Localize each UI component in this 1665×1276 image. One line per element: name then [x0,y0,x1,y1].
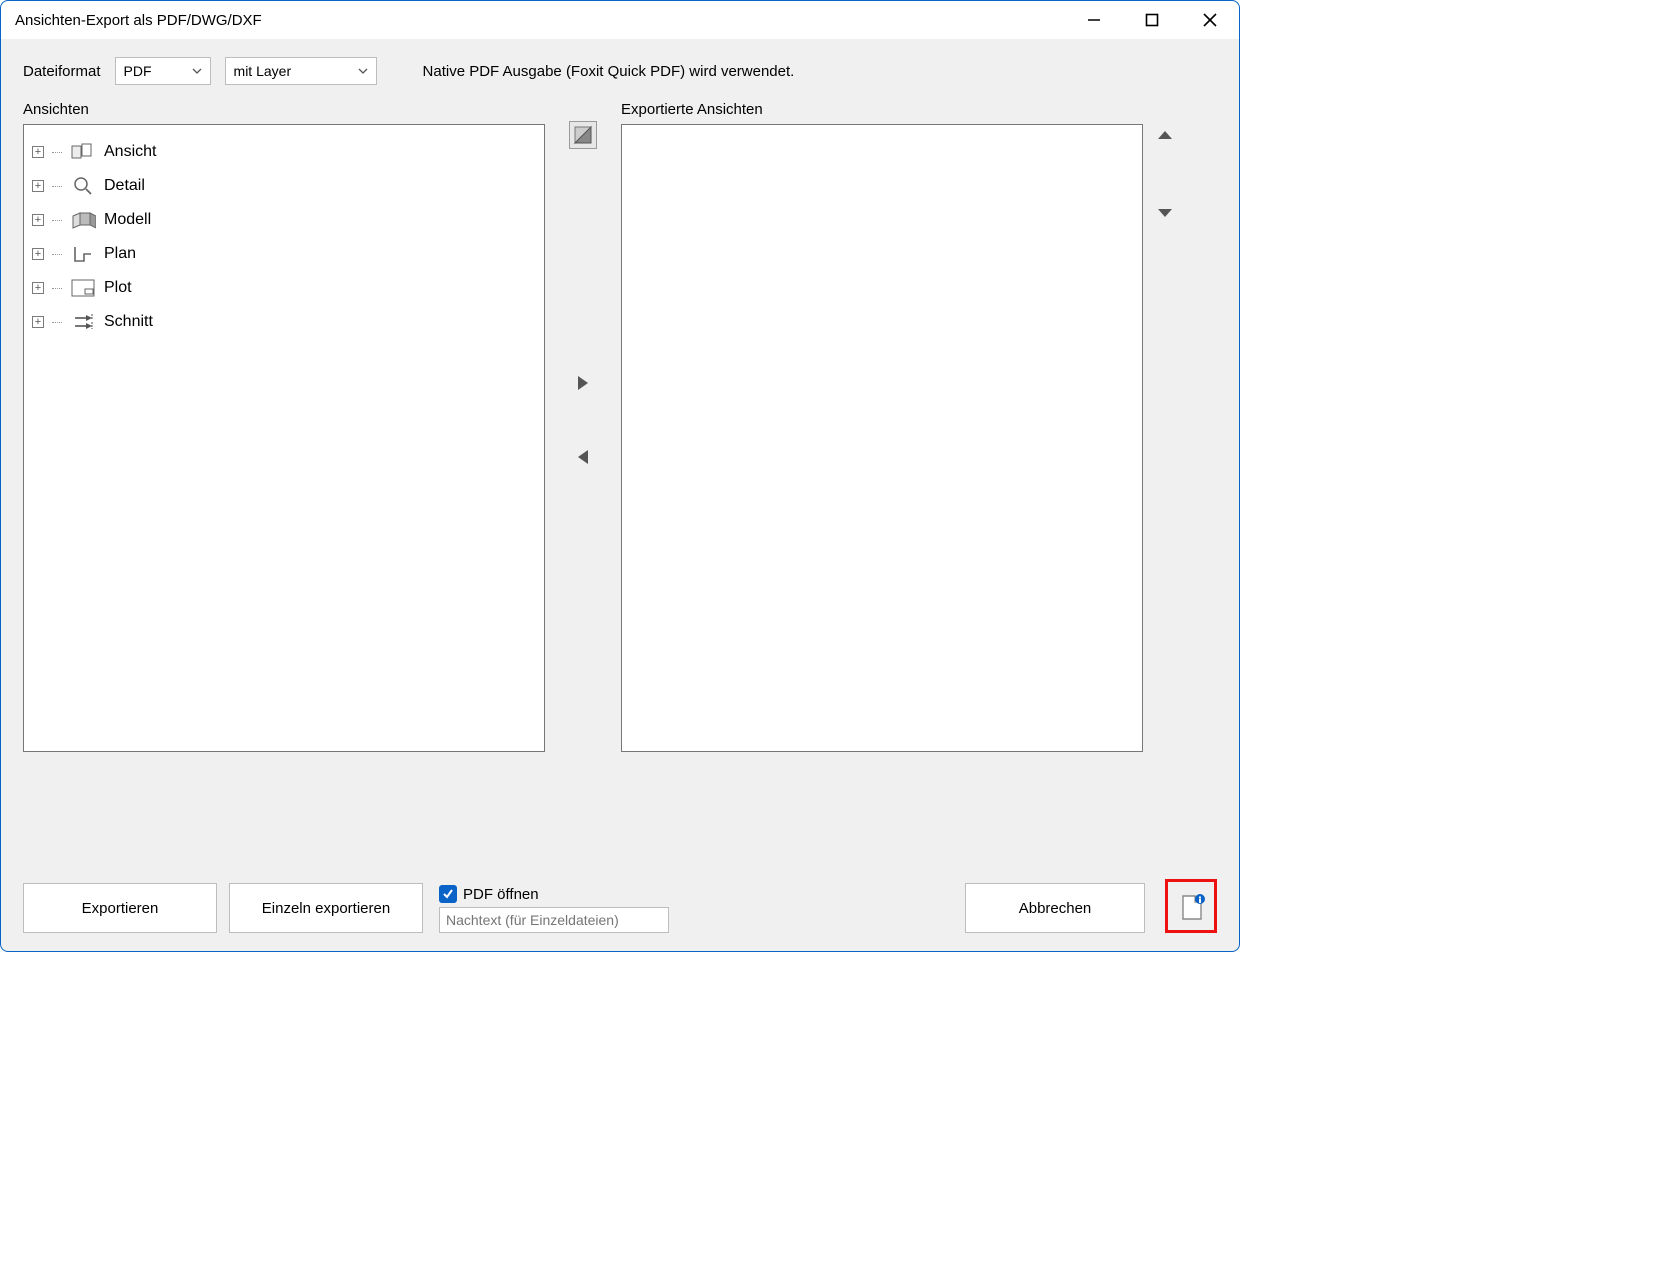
chevron-left-icon [576,448,590,466]
lists-row: Ansichten + Ansicht + [1,95,1239,752]
tree-item-modell[interactable]: + Modell [32,203,536,237]
open-pdf-checkbox[interactable] [439,885,457,903]
top-row: Dateiformat PDF mit Layer Native PDF Aus… [1,39,1239,95]
check-icon [442,888,454,900]
move-down-button[interactable] [1151,199,1179,227]
views-column: Ansichten + Ansicht + [23,95,545,752]
expand-icon[interactable]: + [32,180,44,192]
layer-select-value: mit Layer [234,63,292,79]
exported-column: Exportierte Ansichten [621,95,1143,752]
format-select-value: PDF [124,63,152,79]
swap-button[interactable] [569,121,597,149]
format-select[interactable]: PDF [115,57,211,85]
magnifier-icon [70,175,96,197]
remove-from-export-button[interactable] [569,443,597,471]
minimize-button[interactable] [1065,1,1123,39]
format-label: Dateiformat [23,63,101,80]
titlebar: Ansichten-Export als PDF/DWG/DXF [1,1,1239,39]
pdf-options: PDF öffnen [439,885,669,933]
tree-item-plan[interactable]: + Plan [32,237,536,271]
open-pdf-label: PDF öffnen [463,886,539,903]
close-icon [1203,13,1217,27]
engine-status: Native PDF Ausgabe (Foxit Quick PDF) wir… [423,63,795,80]
move-up-button[interactable] [1151,121,1179,149]
titlebar-controls [1065,1,1239,39]
maximize-icon [1145,13,1159,27]
transfer-controls [545,95,621,752]
info-button-highlight [1165,879,1217,933]
close-button[interactable] [1181,1,1239,39]
section-icon [70,311,96,333]
tree-label: Modell [104,211,151,229]
tree-label: Detail [104,177,145,195]
minimize-icon [1087,13,1101,27]
expand-icon[interactable]: + [32,282,44,294]
expand-icon[interactable]: + [32,316,44,328]
expand-icon[interactable]: + [32,146,44,158]
window-title: Ansichten-Export als PDF/DWG/DXF [15,12,262,29]
tree-label: Plot [104,279,132,297]
views-tree[interactable]: + Ansicht + Detail [23,124,545,752]
plot-icon [70,277,96,299]
add-to-export-button[interactable] [569,369,597,397]
chevron-right-icon [576,374,590,392]
tree-item-detail[interactable]: + Detail [32,169,536,203]
expand-icon[interactable]: + [32,248,44,260]
plan-icon [70,243,96,265]
single-export-button[interactable]: Einzeln exportieren [229,883,423,933]
chevron-down-icon [192,68,202,74]
exported-list[interactable] [621,124,1143,752]
exported-header: Exportierte Ansichten [621,101,1143,118]
tree-label: Ansicht [104,143,156,161]
model-icon [70,209,96,231]
export-dialog: Ansichten-Export als PDF/DWG/DXF Dateifo… [0,0,1240,952]
expand-icon[interactable]: + [32,214,44,226]
swap-icon [573,125,593,145]
layer-select[interactable]: mit Layer [225,57,377,85]
cancel-button[interactable]: Abbrechen [965,883,1145,933]
footer-row: Exportieren Einzeln exportieren PDF öffn… [1,879,1239,951]
chevron-down-icon [358,68,368,74]
chevron-down-icon [1156,207,1174,219]
tree-item-schnitt[interactable]: + Schnitt [32,305,536,339]
open-pdf-checkbox-row[interactable]: PDF öffnen [439,885,669,903]
tree-item-ansicht[interactable]: + Ansicht [32,135,536,169]
views-header: Ansichten [23,101,545,118]
tree-item-plot[interactable]: + Plot [32,271,536,305]
info-button[interactable] [1180,893,1202,919]
maximize-button[interactable] [1123,1,1181,39]
suffix-input[interactable] [439,907,669,933]
tree-label: Schnitt [104,313,153,331]
view-icon [70,141,96,163]
tree-label: Plan [104,245,136,263]
reorder-controls [1143,95,1187,752]
export-button[interactable]: Exportieren [23,883,217,933]
chevron-up-icon [1156,129,1174,141]
page-info-icon [1180,893,1206,921]
